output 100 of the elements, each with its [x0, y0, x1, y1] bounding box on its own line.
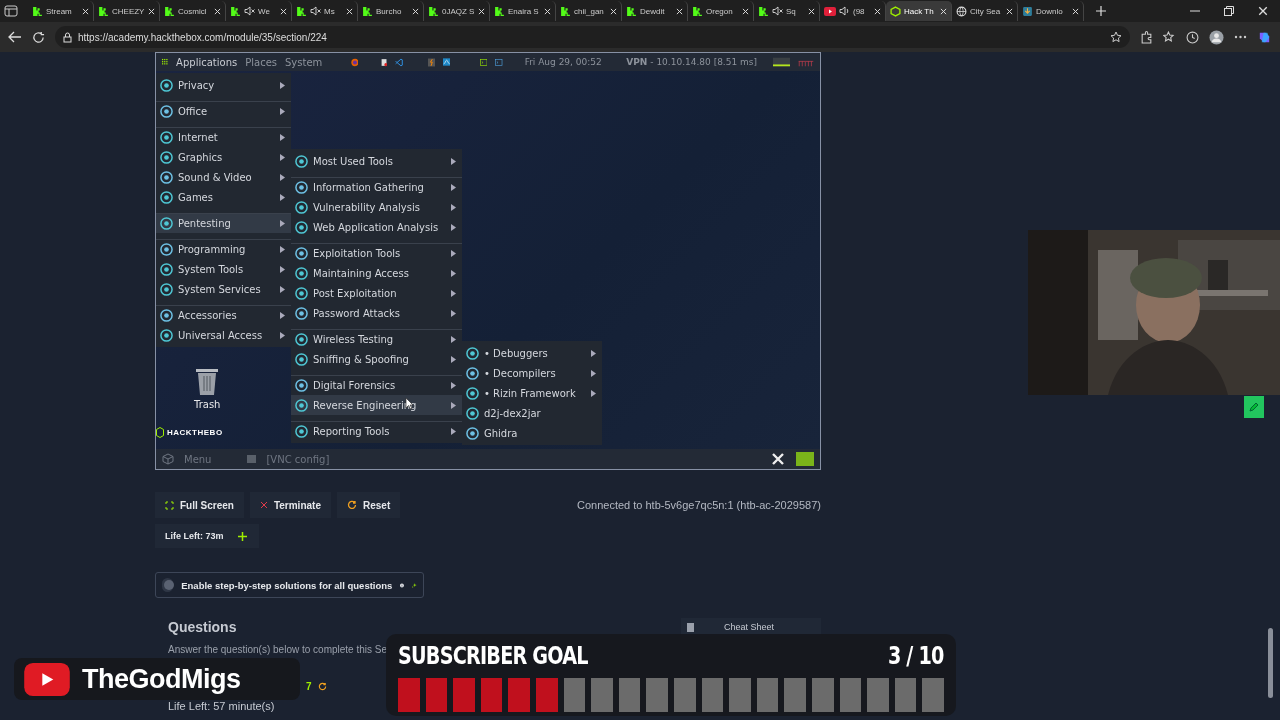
menu-item[interactable]: Universal Access	[156, 325, 291, 345]
browser-tab[interactable]: (98	[820, 1, 886, 21]
puzzle-icon[interactable]	[1140, 30, 1153, 44]
wave-icon[interactable]	[443, 56, 451, 68]
close-icon[interactable]	[544, 7, 551, 15]
speaker-icon[interactable]	[839, 6, 850, 16]
browser-tab[interactable]: Downlo	[1018, 1, 1084, 21]
menu-item[interactable]: Programming	[156, 239, 291, 259]
close-icon[interactable]	[214, 7, 221, 15]
browser-tab[interactable]: Ms	[292, 1, 358, 21]
menu-item[interactable]: Post Exploitation	[291, 283, 462, 303]
close-icon[interactable]	[770, 451, 786, 467]
scrollbar-thumb[interactable]	[1268, 628, 1273, 698]
submenu-arrow-icon	[451, 336, 456, 343]
back-icon[interactable]	[8, 31, 22, 43]
remote-desktop[interactable]	[155, 52, 821, 470]
toggle-switch[interactable]	[162, 578, 174, 592]
menu-item[interactable]: • Decompilers	[462, 363, 602, 383]
browser-tab[interactable]: Burcho	[358, 1, 424, 21]
menu-item[interactable]: Sound & Video	[156, 167, 291, 187]
close-icon[interactable]	[1258, 6, 1268, 16]
toolbar-button[interactable]: Reset	[336, 492, 401, 518]
menu-item[interactable]: Pentesting	[156, 213, 291, 233]
close-icon[interactable]	[478, 7, 485, 15]
close-icon[interactable]	[82, 7, 89, 15]
muted-speaker-icon[interactable]	[244, 6, 255, 16]
plus-icon[interactable]	[237, 531, 247, 541]
new-tab-icon[interactable]	[1096, 6, 1106, 16]
close-icon[interactable]	[610, 7, 617, 15]
menu-item[interactable]: Password Attacks	[291, 303, 462, 323]
menu-item[interactable]: • Debuggers	[462, 343, 602, 363]
browser-tab[interactable]: We	[226, 1, 292, 21]
close-icon[interactable]	[940, 7, 947, 15]
close-icon[interactable]	[808, 7, 815, 15]
favorites-icon[interactable]	[1163, 30, 1176, 44]
browser-tab[interactable]: City Sea	[952, 1, 1018, 21]
menu-item[interactable]: • Rizin Framework	[462, 383, 602, 403]
menu-item[interactable]: System Tools	[156, 259, 291, 279]
avatar-icon[interactable]	[1209, 29, 1224, 45]
close-icon[interactable]	[1072, 7, 1079, 15]
browser-tab[interactable]: Enaira S	[490, 1, 556, 21]
close-icon[interactable]	[874, 7, 881, 15]
menu-item[interactable]: Sniffing & Spoofing	[291, 349, 462, 369]
menu-item[interactable]: Accessories	[156, 305, 291, 325]
muted-speaker-icon[interactable]	[310, 6, 321, 16]
toolbar-button[interactable]: Full Screen	[155, 492, 244, 518]
close-icon[interactable]	[280, 7, 287, 15]
panel-menu[interactable]: Applications	[176, 56, 238, 68]
trash-icon[interactable]	[194, 367, 221, 395]
history-icon[interactable]	[1186, 30, 1199, 44]
browser-tab[interactable]: 0JAQZ S	[424, 1, 490, 21]
shell-icon[interactable]	[495, 56, 503, 68]
menu-item[interactable]: Graphics	[156, 147, 291, 167]
menu-item[interactable]: Information Gathering	[291, 177, 462, 197]
panel-menu[interactable]: Places	[245, 56, 277, 68]
menu-item[interactable]: Exploitation Tools	[291, 243, 462, 263]
menu-item[interactable]: System Services	[156, 279, 291, 299]
browser-tab[interactable]: Dewdit	[622, 1, 688, 21]
menu-item[interactable]: Web Application Analysis	[291, 217, 462, 237]
menu-item[interactable]: d2j-dex2jar	[462, 403, 602, 423]
grid-icon[interactable]	[162, 57, 169, 67]
pencil-tag[interactable]	[1244, 396, 1264, 418]
close-icon[interactable]	[412, 7, 419, 15]
menu-item[interactable]: Office	[156, 101, 291, 121]
submenu-arrow-icon	[451, 355, 456, 363]
browser-tab[interactable]: Stream	[28, 1, 94, 21]
browser-tab[interactable]: CHEEZY	[94, 1, 160, 21]
submenu-arrow-icon	[280, 312, 285, 319]
close-icon[interactable]	[742, 7, 749, 15]
tab-title: We	[258, 6, 271, 16]
restore-icon[interactable]	[1224, 6, 1234, 16]
browser-tab[interactable]: chii_gan	[556, 1, 622, 21]
terminal-icon[interactable]	[479, 56, 488, 68]
tab-actions-icon[interactable]	[4, 5, 18, 17]
menu-item[interactable]: Ghidra	[462, 423, 602, 443]
menu-item[interactable]: Reporting Tools	[291, 421, 462, 441]
menu-item[interactable]: Wireless Testing	[291, 329, 462, 349]
close-icon[interactable]	[676, 7, 683, 15]
muted-speaker-icon[interactable]	[772, 6, 783, 16]
browser-tab[interactable]: Cosmicl	[160, 1, 226, 21]
menu-item[interactable]: Privacy	[156, 75, 291, 95]
menu-item[interactable]: Internet	[156, 127, 291, 147]
menu-item[interactable]: Vulnerability Analysis	[291, 197, 462, 217]
menu-item[interactable]: Most Used Tools	[291, 151, 462, 171]
menu-item[interactable]: Maintaining Access	[291, 263, 462, 283]
menu-item[interactable]: Games	[156, 187, 291, 207]
more-icon[interactable]	[1234, 35, 1247, 39]
reload-icon[interactable]	[32, 30, 45, 44]
close-icon[interactable]	[346, 7, 353, 15]
star-icon[interactable]	[1110, 31, 1122, 43]
browser-tab[interactable]: Sq	[754, 1, 820, 21]
panel-menu[interactable]: System	[285, 56, 323, 68]
toolbar-button[interactable]: Terminate	[249, 492, 331, 518]
close-icon[interactable]	[1006, 7, 1013, 15]
refresh-icon[interactable]	[317, 682, 327, 691]
browser-tab[interactable]: Hack Th	[886, 1, 952, 21]
close-icon[interactable]	[148, 7, 155, 15]
address-field[interactable]: https://academy.hackthebox.com/module/35/section/224	[55, 26, 1130, 48]
browser-tab[interactable]: Oregon	[688, 1, 754, 21]
k-logo-icon	[362, 5, 373, 17]
